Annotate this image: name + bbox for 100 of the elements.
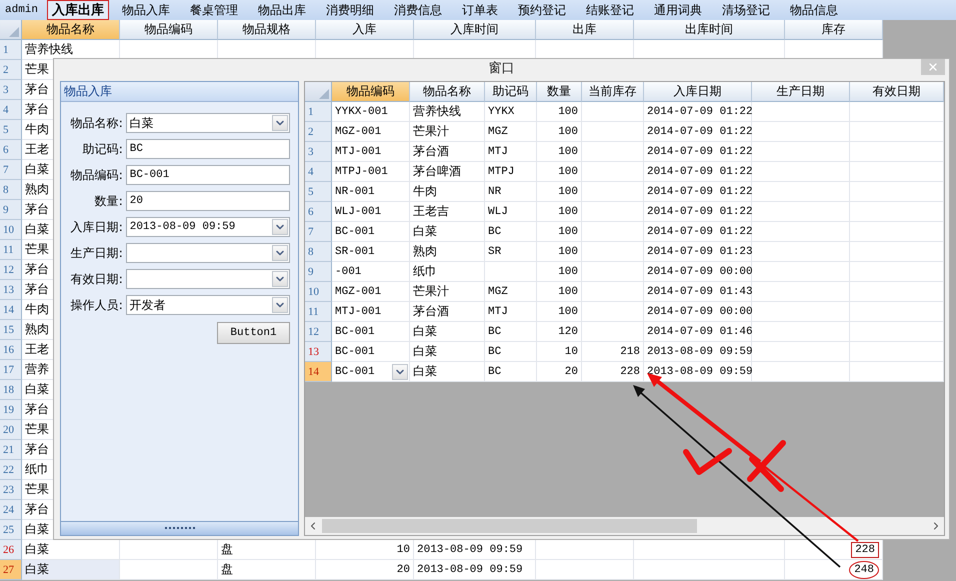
column-header[interactable]: 出库 — [536, 20, 634, 40]
column-header[interactable]: 入库时间 — [414, 20, 536, 40]
menu-tab[interactable]: 物品信息 — [783, 0, 846, 20]
row-number[interactable]: 10 — [0, 220, 22, 240]
row-number[interactable]: 8 — [0, 180, 22, 200]
column-header[interactable]: 入库日期 — [644, 82, 752, 102]
row-number[interactable]: 14 — [0, 300, 22, 320]
row-number[interactable]: 15 — [0, 320, 22, 340]
menu-tab[interactable]: 结账登记 — [579, 0, 642, 20]
column-header[interactable]: 助记码 — [485, 82, 537, 102]
row-number[interactable]: 7 — [0, 160, 22, 180]
column-header[interactable]: 有效日期 — [850, 82, 944, 102]
chevron-down-icon[interactable] — [272, 271, 288, 287]
column-header[interactable]: 当前库存 — [582, 82, 644, 102]
row-number[interactable]: 24 — [0, 500, 22, 520]
menu-tab[interactable]: 餐桌管理 — [183, 0, 246, 20]
row-number[interactable]: 26 — [0, 540, 22, 560]
cell-editor[interactable]: BC-001 — [332, 362, 410, 382]
row-number[interactable]: 5 — [0, 120, 22, 140]
table-cell: 10 — [396, 544, 410, 556]
dropdown-field[interactable] — [126, 243, 290, 263]
table-cell: 芒果汁 — [413, 283, 449, 300]
row-number[interactable]: 9 — [305, 262, 332, 282]
submit-button[interactable]: Button1 — [217, 322, 290, 344]
table-cell: 茅台酒 — [413, 143, 449, 160]
chevron-down-icon[interactable] — [392, 364, 408, 380]
row-number[interactable]: 9 — [0, 200, 22, 220]
dropdown-field[interactable] — [126, 269, 290, 289]
input-field[interactable]: BC-001 — [126, 165, 290, 185]
row-number[interactable]: 8 — [305, 242, 332, 262]
row-number[interactable]: 27 — [0, 560, 22, 580]
table-cell: BC — [488, 346, 502, 358]
row-number[interactable]: 2 — [305, 122, 332, 142]
table-cell: BC-001 — [335, 226, 375, 238]
grip-icon[interactable] — [164, 527, 194, 530]
input-field[interactable]: 20 — [126, 191, 290, 211]
chevron-down-icon[interactable] — [272, 245, 288, 261]
row-number[interactable]: 18 — [0, 380, 22, 400]
row-number[interactable]: 6 — [0, 140, 22, 160]
table-cell: NR — [488, 186, 502, 198]
menu-tab[interactable]: 预约登记 — [511, 0, 574, 20]
row-number[interactable]: 6 — [305, 202, 332, 222]
row-number[interactable]: 7 — [305, 222, 332, 242]
row-number[interactable]: 20 — [0, 420, 22, 440]
dropdown-field[interactable]: 开发者 — [126, 295, 290, 315]
dropdown-field[interactable]: 白菜 — [126, 113, 290, 133]
row-number[interactable]: 22 — [0, 460, 22, 480]
column-header[interactable]: 物品名称 — [22, 20, 120, 40]
row-number[interactable]: 25 — [0, 520, 22, 540]
column-header[interactable]: 物品编码 — [120, 20, 218, 40]
scroll-thumb[interactable] — [322, 519, 697, 533]
column-header[interactable]: 数量 — [537, 82, 582, 102]
table-cell: 茅台酒 — [413, 303, 449, 320]
row-number[interactable]: 16 — [0, 340, 22, 360]
input-field[interactable]: BC — [126, 139, 290, 159]
menu-tab[interactable]: 消费信息 — [387, 0, 450, 20]
menu-tab[interactable]: 消费明细 — [319, 0, 382, 20]
chevron-down-icon[interactable] — [272, 115, 288, 131]
row-number[interactable]: 4 — [305, 162, 332, 182]
row-number[interactable]: 17 — [0, 360, 22, 380]
column-header[interactable]: 入库 — [316, 20, 414, 40]
row-number[interactable]: 11 — [0, 240, 22, 260]
menu-tab[interactable]: 订单表 — [455, 0, 506, 20]
row-number[interactable]: 1 — [0, 40, 22, 60]
menu-tab[interactable]: 通用词典 — [647, 0, 710, 20]
table-cell: 营养快线 — [25, 41, 73, 58]
dropdown-field[interactable]: 2013-08-09 09:59 — [126, 217, 290, 237]
table-cell: WLJ-001 — [335, 206, 382, 218]
chevron-down-icon[interactable] — [272, 219, 288, 235]
row-number[interactable]: 12 — [305, 322, 332, 342]
row-number[interactable]: 10 — [305, 282, 332, 302]
table-cell: 100 — [558, 226, 578, 238]
row-number[interactable]: 21 — [0, 440, 22, 460]
column-header[interactable]: 库存 — [785, 20, 883, 40]
row-number[interactable]: 13 — [0, 280, 22, 300]
row-number[interactable]: 4 — [0, 100, 22, 120]
table-cell: 牛肉 — [413, 183, 437, 200]
row-number[interactable]: 23 — [0, 480, 22, 500]
column-header[interactable]: 物品名称 — [410, 82, 485, 102]
row-number[interactable]: 3 — [305, 142, 332, 162]
row-number[interactable]: 2 — [0, 60, 22, 80]
row-number[interactable]: 11 — [305, 302, 332, 322]
chevron-down-icon[interactable] — [272, 297, 288, 313]
row-number[interactable]: 19 — [0, 400, 22, 420]
column-header[interactable]: 物品编码 — [332, 82, 410, 102]
menu-tab[interactable]: 清场登记 — [715, 0, 778, 20]
horizontal-scrollbar[interactable] — [305, 517, 944, 535]
column-header[interactable]: 物品规格 — [218, 20, 316, 40]
row-number[interactable]: 1 — [305, 102, 332, 122]
row-number[interactable]: 5 — [305, 182, 332, 202]
row-number[interactable]: 12 — [0, 260, 22, 280]
column-header[interactable]: 生产日期 — [752, 82, 850, 102]
menu-tab[interactable]: 物品出库 — [251, 0, 314, 20]
field-label: 操作人员: — [70, 296, 123, 314]
menu-tab[interactable]: 入库出库 — [47, 0, 110, 20]
menu-tab[interactable]: 物品入库 — [115, 0, 178, 20]
column-header[interactable]: 出库时间 — [634, 20, 785, 40]
row-number[interactable]: 3 — [0, 80, 22, 100]
row-number[interactable]: 13 — [305, 342, 332, 362]
row-number[interactable]: 14 — [305, 362, 332, 382]
